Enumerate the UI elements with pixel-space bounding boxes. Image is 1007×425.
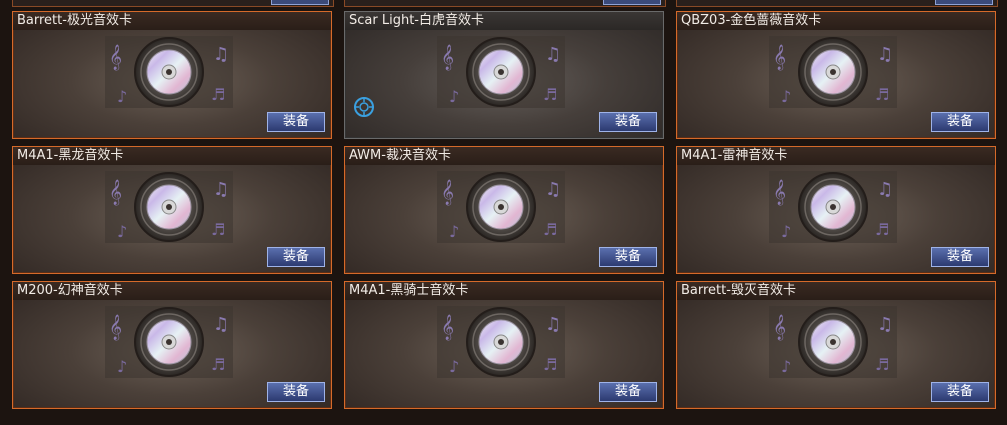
partial-card	[12, 0, 334, 7]
svg-text:♬: ♬	[211, 220, 225, 239]
sound-card-disc-icon: 𝄞 ♫ ♪ ♬	[437, 306, 565, 378]
equip-button[interactable]: 装备	[267, 112, 325, 132]
svg-text:♬: ♬	[211, 85, 225, 104]
svg-text:𝄞: 𝄞	[773, 179, 786, 205]
svg-text:♫: ♫	[877, 44, 893, 65]
svg-text:♬: ♬	[875, 220, 889, 239]
sound-card[interactable]: Barrett-极光音效卡 𝄞 ♫ ♪ ♬ 装备	[12, 11, 332, 139]
svg-text:𝄞: 𝄞	[109, 314, 122, 340]
svg-text:𝄞: 𝄞	[109, 44, 122, 70]
sound-card[interactable]: M4A1-雷神音效卡 𝄞 ♫ ♪ ♬ 装备	[676, 146, 996, 274]
crosshair-target-icon	[354, 97, 374, 117]
svg-text:♫: ♫	[213, 179, 229, 200]
sound-card[interactable]: M4A1-黑龙音效卡 𝄞 ♫ ♪ ♬ 装备	[12, 146, 332, 274]
equip-button[interactable]: 装备	[931, 247, 989, 267]
card-title-bar: M4A1-黑龙音效卡	[13, 147, 331, 165]
card-title-bar: M4A1-雷神音效卡	[677, 147, 995, 165]
sound-card-disc-icon: 𝄞 ♫ ♪ ♬	[437, 36, 565, 108]
sound-card-disc-icon: 𝄞 ♫ ♪ ♬	[769, 36, 897, 108]
sound-card-disc-icon: 𝄞 ♫ ♪ ♬	[105, 306, 233, 378]
svg-text:𝄞: 𝄞	[773, 44, 786, 70]
card-title: Barrett-极光音效卡	[17, 13, 132, 28]
sound-card[interactable]: M4A1-黑骑士音效卡 𝄞 ♫ ♪ ♬ 装备	[344, 281, 664, 409]
partial-card	[676, 0, 998, 7]
equip-button[interactable]: 装备	[599, 112, 657, 132]
svg-text:𝄞: 𝄞	[109, 179, 122, 205]
partial-card	[344, 0, 666, 7]
svg-text:♪: ♪	[781, 222, 791, 241]
card-title-bar: AWM-裁决音效卡	[345, 147, 663, 165]
sound-card-disc-icon: 𝄞 ♫ ♪ ♬	[437, 171, 565, 243]
svg-text:♪: ♪	[117, 222, 127, 241]
sound-card-grid: Barrett-极光音效卡 𝄞 ♫ ♪ ♬ 装备 Scar Light-白虎音效…	[0, 0, 1007, 425]
sound-card-disc-icon: 𝄞 ♫ ♪ ♬	[769, 306, 897, 378]
svg-text:♫: ♫	[545, 44, 561, 65]
sound-card-disc-icon: 𝄞 ♫ ♪ ♬	[769, 171, 897, 243]
svg-text:♬: ♬	[543, 85, 557, 104]
svg-text:♫: ♫	[213, 44, 229, 65]
sound-card[interactable]: AWM-裁决音效卡 𝄞 ♫ ♪ ♬ 装备	[344, 146, 664, 274]
partial-equip-button[interactable]	[603, 0, 661, 5]
svg-text:♪: ♪	[781, 357, 791, 376]
svg-text:♪: ♪	[449, 357, 459, 376]
card-title-bar: Scar Light-白虎音效卡	[345, 12, 663, 30]
svg-text:♫: ♫	[213, 314, 229, 335]
card-title: Barrett-毁灭音效卡	[681, 283, 796, 298]
card-title: M4A1-黑龙音效卡	[17, 148, 124, 163]
svg-text:♬: ♬	[543, 220, 557, 239]
sound-card[interactable]: Scar Light-白虎音效卡 𝄞 ♫ ♪ ♬ 装备	[344, 11, 664, 139]
svg-text:𝄞: 𝄞	[441, 179, 454, 205]
svg-text:𝄞: 𝄞	[441, 314, 454, 340]
card-title: M4A1-黑骑士音效卡	[349, 283, 469, 298]
card-title: QBZ03-金色蔷薇音效卡	[681, 13, 822, 28]
svg-text:♬: ♬	[543, 355, 557, 374]
card-title-bar: M4A1-黑骑士音效卡	[345, 282, 663, 300]
svg-text:♫: ♫	[877, 179, 893, 200]
svg-text:𝄞: 𝄞	[773, 314, 786, 340]
card-title: Scar Light-白虎音效卡	[349, 13, 484, 28]
card-title-bar: M200-幻神音效卡	[13, 282, 331, 300]
svg-text:♬: ♬	[875, 355, 889, 374]
svg-text:♬: ♬	[211, 355, 225, 374]
card-title-bar: QBZ03-金色蔷薇音效卡	[677, 12, 995, 30]
svg-text:♪: ♪	[117, 87, 127, 106]
svg-text:♪: ♪	[117, 357, 127, 376]
sound-card[interactable]: M200-幻神音效卡 𝄞 ♫ ♪ ♬ 装备	[12, 281, 332, 409]
svg-text:𝄞: 𝄞	[441, 44, 454, 70]
partial-equip-button[interactable]	[935, 0, 993, 5]
svg-text:♫: ♫	[545, 314, 561, 335]
svg-text:♫: ♫	[545, 179, 561, 200]
equip-button[interactable]: 装备	[267, 247, 325, 267]
svg-text:♪: ♪	[781, 87, 791, 106]
sound-card[interactable]: QBZ03-金色蔷薇音效卡 𝄞 ♫ ♪ ♬ 装备	[676, 11, 996, 139]
equip-button[interactable]: 装备	[931, 112, 989, 132]
card-title-bar: Barrett-极光音效卡	[13, 12, 331, 30]
card-title: M200-幻神音效卡	[17, 283, 123, 298]
card-title-bar: Barrett-毁灭音效卡	[677, 282, 995, 300]
sound-card-disc-icon: 𝄞 ♫ ♪ ♬	[105, 171, 233, 243]
svg-text:♬: ♬	[875, 85, 889, 104]
sound-card-disc-icon: 𝄞 ♫ ♪ ♬	[105, 36, 233, 108]
card-title: AWM-裁决音效卡	[349, 148, 451, 163]
card-title: M4A1-雷神音效卡	[681, 148, 788, 163]
svg-text:♫: ♫	[877, 314, 893, 335]
svg-text:♪: ♪	[449, 222, 459, 241]
svg-text:♪: ♪	[449, 87, 459, 106]
equip-button[interactable]: 装备	[931, 382, 989, 402]
equip-button[interactable]: 装备	[599, 247, 657, 267]
equip-button[interactable]: 装备	[599, 382, 657, 402]
sound-card[interactable]: Barrett-毁灭音效卡 𝄞 ♫ ♪ ♬ 装备	[676, 281, 996, 409]
partial-equip-button[interactable]	[271, 0, 329, 5]
equip-button[interactable]: 装备	[267, 382, 325, 402]
